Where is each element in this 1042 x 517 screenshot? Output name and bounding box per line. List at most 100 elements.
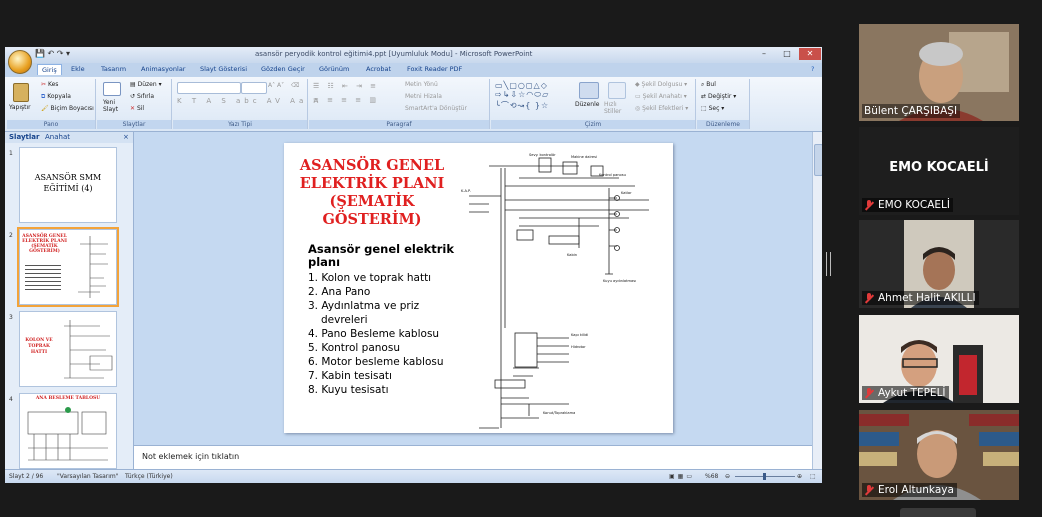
thumb-number: 2 (9, 232, 13, 239)
slide-title[interactable]: ASANSÖR GENEL ELEKTRİK PLANI (ŞEMATİK GÖ… (292, 157, 452, 229)
notes-pane[interactable]: Not eklemek için tıklatın (134, 445, 812, 470)
clear-format-icon[interactable]: ⌫ (291, 82, 299, 89)
participant-tile-active[interactable]: Bülent ÇARŞIBAŞI (859, 24, 1019, 121)
slide-counter: Slayt 2 / 96 (9, 473, 44, 480)
slide-thumbnail-3[interactable]: KOLON VE TOPRAK HATTI (19, 311, 117, 387)
mic-muted-icon (864, 387, 874, 399)
slide-thumbnail-4[interactable]: ANA BESLEME TABLOSU (19, 393, 117, 469)
participant-tile[interactable]: Ahmet Halit AKILLI (859, 220, 1019, 308)
tab-slayt-gosterisi[interactable]: Slayt Gösterisi (200, 65, 247, 73)
diagram-label: Makine dairesi (571, 155, 597, 159)
slide-thumbnail-2[interactable]: ASANSÖR GENEL ELEKTRİK PLANI (ŞEMATİK GÖ… (17, 227, 119, 307)
slide-heading[interactable]: Asansör genel elektrik planı (308, 243, 468, 269)
zoom-in-icon[interactable]: ⊕ (797, 473, 802, 480)
slide-editing-area: ASANSÖR GENEL ELEKTRİK PLANI (ŞEMATİK GÖ… (134, 132, 812, 445)
shape-effects-button[interactable]: ◎ Şekil Efektleri ▾ (635, 105, 688, 112)
tab-giris[interactable]: Giriş (37, 64, 62, 75)
participant-name: Aykut TEPELİ (862, 386, 949, 400)
paste-button[interactable]: Yapıştır (9, 104, 31, 111)
tab-ekle[interactable]: Ekle (71, 65, 85, 73)
clipboard-group: Yapıştır ✂ Kes ⧉ Kopyala 🖌 Biçim Boyacıs… (7, 79, 96, 129)
diagram-label: Katlar (621, 191, 632, 195)
zoom-level[interactable]: %68 (705, 473, 718, 480)
diagram-label: Hidrotor (571, 345, 586, 349)
find-button[interactable]: ⌕ Bul (701, 81, 716, 89)
view-buttons[interactable]: ▣▦▭ (669, 473, 695, 480)
minimize-icon[interactable]: – (753, 48, 775, 60)
fit-slide-icon[interactable]: ⬚ (810, 473, 816, 480)
tab-tasarim[interactable]: Tasarım (101, 65, 126, 73)
scroll-thumb[interactable] (814, 144, 822, 176)
notes-placeholder[interactable]: Not eklemek için tıklatın (142, 452, 239, 461)
list-item: 5. Kontrol panosu (308, 342, 400, 354)
shape-fill-button[interactable]: ◆ Şekil Dolgusu ▾ (635, 81, 687, 88)
copy-button[interactable]: ⧉ Kopyala (41, 93, 71, 101)
tab-anahat[interactable]: Anahat (45, 133, 70, 141)
shapes-gallery[interactable]: ▭╲▢○◻△◇ ⇨↳⇩☆◠⬭▱ ╰⌒⟲↝{ }☆ (495, 81, 549, 111)
grow-shrink-font[interactable]: A˄ A˅ (268, 82, 284, 89)
delete-slide-button[interactable]: ✕ Sil (130, 105, 144, 112)
zoom-slider-handle[interactable] (763, 473, 766, 480)
list-buttons[interactable]: ☰ ☷ ⇤ ⇥ ≡ (313, 82, 379, 90)
font-name-box[interactable] (177, 82, 241, 94)
layout-button[interactable]: ▤ Düzen ▾ (130, 81, 162, 88)
cut-button[interactable]: ✂ Kes (41, 81, 58, 88)
elevator-wiring-diagram: Sevy. kontrolör Makine dairesi Kontrol p… (461, 153, 649, 429)
mic-muted-icon (864, 292, 874, 304)
participants-scroll-handle[interactable] (900, 508, 976, 517)
list-item: 2. Ana Pano (308, 286, 371, 298)
font-style-buttons[interactable]: K T A S abc AV Aa A (177, 97, 322, 105)
text-direction-button[interactable]: Metin Yönü (405, 81, 438, 88)
font-size-box[interactable] (241, 82, 267, 94)
quick-access-toolbar[interactable]: 💾 ↶ ↷ ▾ (35, 49, 70, 58)
diagram-label: K.A.P. (461, 189, 471, 193)
participant-tile[interactable]: EMO KOCAELİ EMO KOCAELİ (859, 127, 1019, 215)
participant-name: Ahmet Halit AKILLI (862, 291, 979, 305)
theme-name[interactable]: "Varsayılan Tasarım" (57, 473, 119, 480)
tab-foxit[interactable]: Foxit Reader PDF (407, 65, 462, 73)
select-button[interactable]: ⬚ Seç ▾ (701, 105, 724, 112)
slides-group-label: Slaytlar (97, 120, 171, 129)
tab-gozden-gecir[interactable]: Gözden Geçir (261, 65, 305, 73)
brush-icon: 🖌 (41, 105, 49, 112)
copy-icon: ⧉ (41, 93, 46, 100)
close-icon[interactable]: ✕ (799, 48, 821, 60)
maximize-icon[interactable]: □ (776, 48, 798, 60)
new-slide-button[interactable]: Yeni Slayt (103, 99, 123, 113)
panel-resize-handle[interactable] (826, 252, 831, 276)
participant-tile[interactable]: Erol Altunkaya (859, 410, 1019, 500)
align-buttons[interactable]: ≡ ≡ ≡ ≡ ▥ (313, 96, 379, 104)
office-button[interactable] (8, 50, 32, 74)
tab-acrobat[interactable]: Acrobat (366, 65, 391, 73)
zoom-out-icon[interactable]: ⊖ (725, 473, 730, 480)
list-item: 4. Pano Besleme kablosu (308, 328, 440, 340)
shape-outline-button[interactable]: ▭ Şekil Anahatı ▾ (635, 93, 687, 100)
tab-gorunum[interactable]: Görünüm (319, 65, 349, 73)
help-icon[interactable]: ? (811, 65, 814, 73)
current-slide[interactable]: ASANSÖR GENEL ELEKTRİK PLANI (ŞEMATİK GÖ… (284, 143, 673, 433)
list-item: 7. Kabin tesisatı (308, 370, 392, 382)
align-text-button[interactable]: Metni Hizala (405, 93, 442, 100)
diagram-label: Konut/Topraklama (543, 411, 575, 415)
drawing-group-label: Çizim (491, 120, 695, 129)
tab-animasyonlar[interactable]: Animasyonlar (141, 65, 185, 73)
format-painter-button[interactable]: 🖌 Biçim Boyacısı (41, 105, 94, 112)
smartart-button[interactable]: SmartArt'a Dönüştür (405, 105, 467, 112)
slide-bullet-list[interactable]: 1. Kolon ve toprak hattı 2. Ana Pano 3. … (308, 271, 461, 397)
replace-button[interactable]: ⇄ Değiştir ▾ (701, 93, 736, 100)
tab-slaytlar[interactable]: Slaytlar (9, 133, 39, 141)
arrange-button[interactable]: Düzenle (575, 101, 599, 108)
participant-tile[interactable]: Aykut TEPELİ (859, 315, 1019, 403)
arrange-icon (579, 82, 599, 99)
quick-styles-button[interactable]: Hızlı Stiller (604, 101, 628, 115)
list-item: 1. Kolon ve toprak hattı (308, 272, 432, 284)
language-indicator[interactable]: Türkçe (Türkiye) (125, 473, 173, 480)
close-pane-icon[interactable]: × (123, 133, 129, 141)
vertical-scrollbar[interactable] (812, 132, 822, 469)
slides-group: Yeni Slayt ▤ Düzen ▾ ↺ Sıfırla ✕ Sil Sla… (97, 79, 172, 129)
window-title: asansör peryodik kontrol eğitimi4.ppt [U… (255, 50, 533, 58)
list-item: 8. Kuyu tesisatı (308, 384, 389, 396)
thumb-number: 1 (9, 150, 13, 157)
slide-thumbnail-1[interactable]: ASANSÖR SMM EĞİTİMİ (4) (19, 147, 117, 223)
reset-button[interactable]: ↺ Sıfırla (130, 93, 154, 100)
